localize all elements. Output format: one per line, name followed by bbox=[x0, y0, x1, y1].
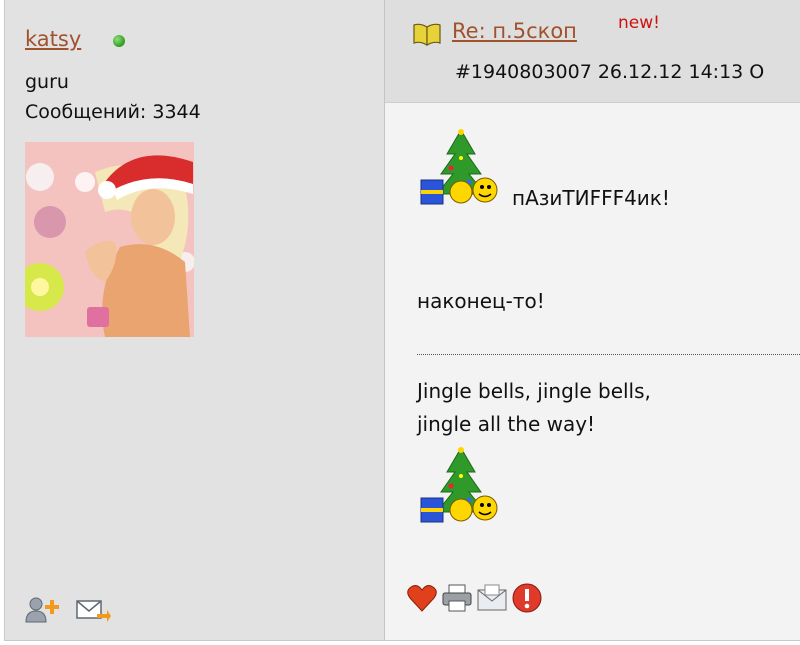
user-post-count: Сообщений: 3344 bbox=[25, 101, 201, 123]
post-actions bbox=[406, 582, 543, 618]
post-header: Re: п.5скоп new! #1940803007 26.12.12 14… bbox=[385, 0, 800, 103]
username-link[interactable]: katsy bbox=[25, 27, 81, 51]
post-text-line2: наконец-то! bbox=[417, 289, 545, 313]
add-user-icon[interactable] bbox=[25, 596, 61, 628]
user-actions bbox=[25, 596, 111, 628]
signature-line2: jingle all the way! bbox=[417, 412, 596, 436]
online-status-icon bbox=[113, 35, 125, 47]
email-icon[interactable] bbox=[476, 582, 508, 618]
new-badge: new! bbox=[618, 13, 660, 33]
user-rank: guru bbox=[25, 71, 69, 93]
heart-icon[interactable] bbox=[406, 582, 438, 618]
signature-line1: Jingle bells, jingle bells, bbox=[417, 379, 651, 403]
christmas-tree-smiley-icon bbox=[417, 128, 505, 215]
user-panel: katsy guru Сообщений: 3344 bbox=[5, 0, 385, 640]
christmas-tree-smiley-icon bbox=[417, 446, 505, 533]
post-title-link[interactable]: Re: п.5скоп bbox=[452, 19, 577, 43]
signature-divider bbox=[417, 354, 800, 355]
printer-icon[interactable] bbox=[441, 582, 473, 618]
envelope-arrow-icon[interactable] bbox=[75, 596, 111, 628]
post: Re: п.5скоп new! #1940803007 26.12.12 14… bbox=[385, 0, 800, 640]
post-meta-overflow: О bbox=[749, 61, 765, 83]
post-id-date: #1940803007 26.12.12 14:13 bbox=[455, 61, 744, 83]
avatar[interactable] bbox=[25, 142, 194, 337]
warning-icon[interactable] bbox=[511, 582, 543, 618]
post-text-line1: пАзиТИFFF4ик! bbox=[512, 186, 670, 210]
post-meta: #1940803007 26.12.12 14:13 О bbox=[455, 61, 764, 83]
book-icon bbox=[412, 22, 442, 50]
